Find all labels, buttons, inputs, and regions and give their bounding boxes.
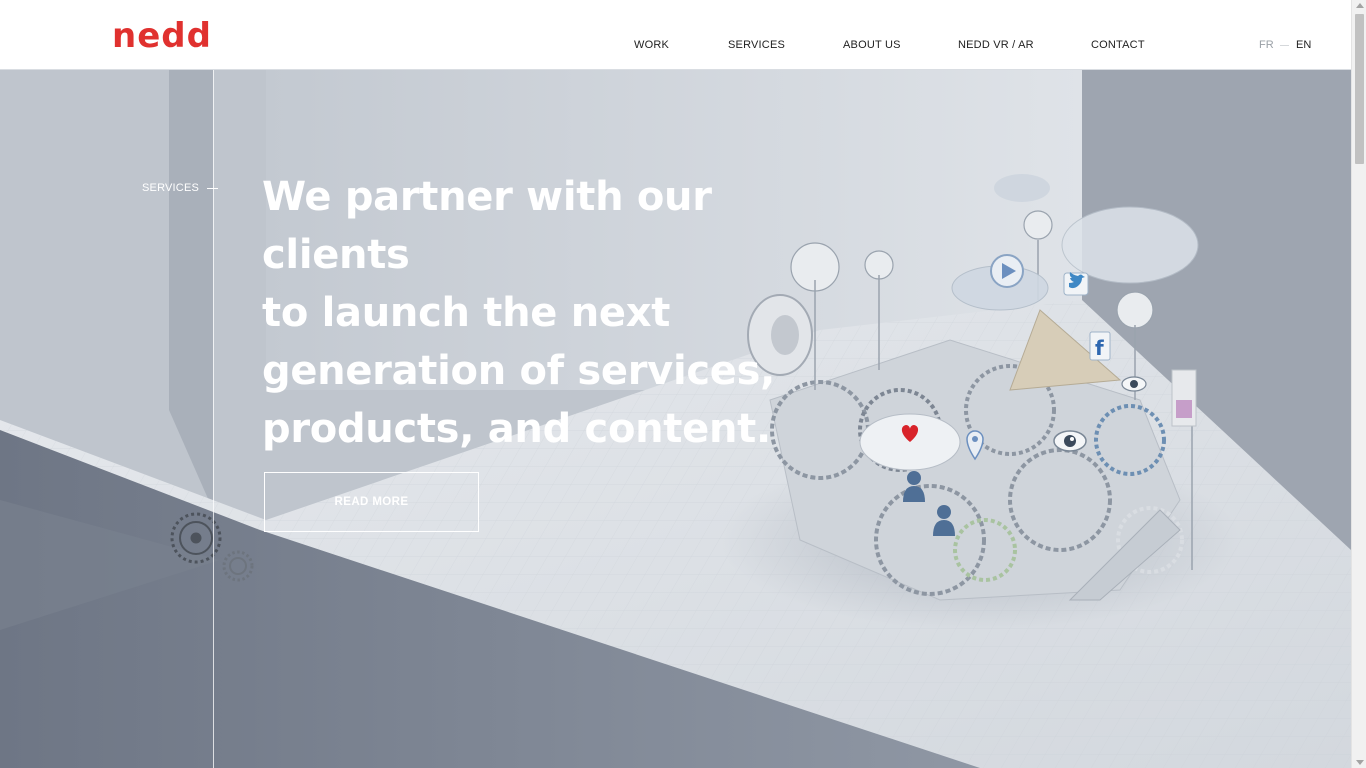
headline-line: generation of services, — [262, 348, 776, 394]
nav-item-about-us[interactable]: ABOUT US — [843, 38, 901, 52]
headline-line: to launch the next — [262, 290, 671, 336]
read-more-button[interactable]: READ MORE — [264, 472, 479, 532]
nav-item-nedd-vr-ar[interactable]: NEDD VR / AR — [958, 38, 1034, 52]
section-label: SERVICES — [142, 182, 200, 194]
eye-icon — [1053, 430, 1087, 452]
scrollbar-thumb[interactable] — [1355, 14, 1364, 164]
hero-headline: We partner with our clients to launch th… — [262, 168, 822, 458]
nav-item-contact[interactable]: CONTACT — [1091, 38, 1145, 52]
eye-icon — [1121, 376, 1147, 392]
site-header: nedd WORK SERVICES ABOUT US NEDD VR / AR… — [0, 0, 1351, 70]
vertical-guide-line — [213, 70, 214, 768]
facebook-icon: f — [1089, 331, 1111, 361]
play-icon — [990, 254, 1024, 288]
scroll-up-arrow-icon[interactable] — [1355, 3, 1364, 8]
nedd-logo[interactable]: nedd — [112, 16, 212, 56]
headline-line: We partner with our clients — [262, 174, 712, 278]
twitter-icon — [1063, 272, 1089, 296]
hero-section: f SERVICES We partner with our clients t… — [0, 70, 1351, 768]
svg-text:f: f — [1095, 336, 1104, 360]
nav-item-work[interactable]: WORK — [634, 38, 669, 52]
page-scrollbar[interactable] — [1351, 0, 1366, 768]
language-fr-link[interactable]: FR — [1259, 38, 1274, 52]
headline-line: products, and content. — [262, 406, 771, 452]
nav-item-services[interactable]: SERVICES — [728, 38, 785, 52]
scroll-down-arrow-icon[interactable] — [1355, 760, 1364, 765]
language-en-link[interactable]: EN — [1296, 38, 1311, 52]
language-separator — [1280, 45, 1289, 46]
